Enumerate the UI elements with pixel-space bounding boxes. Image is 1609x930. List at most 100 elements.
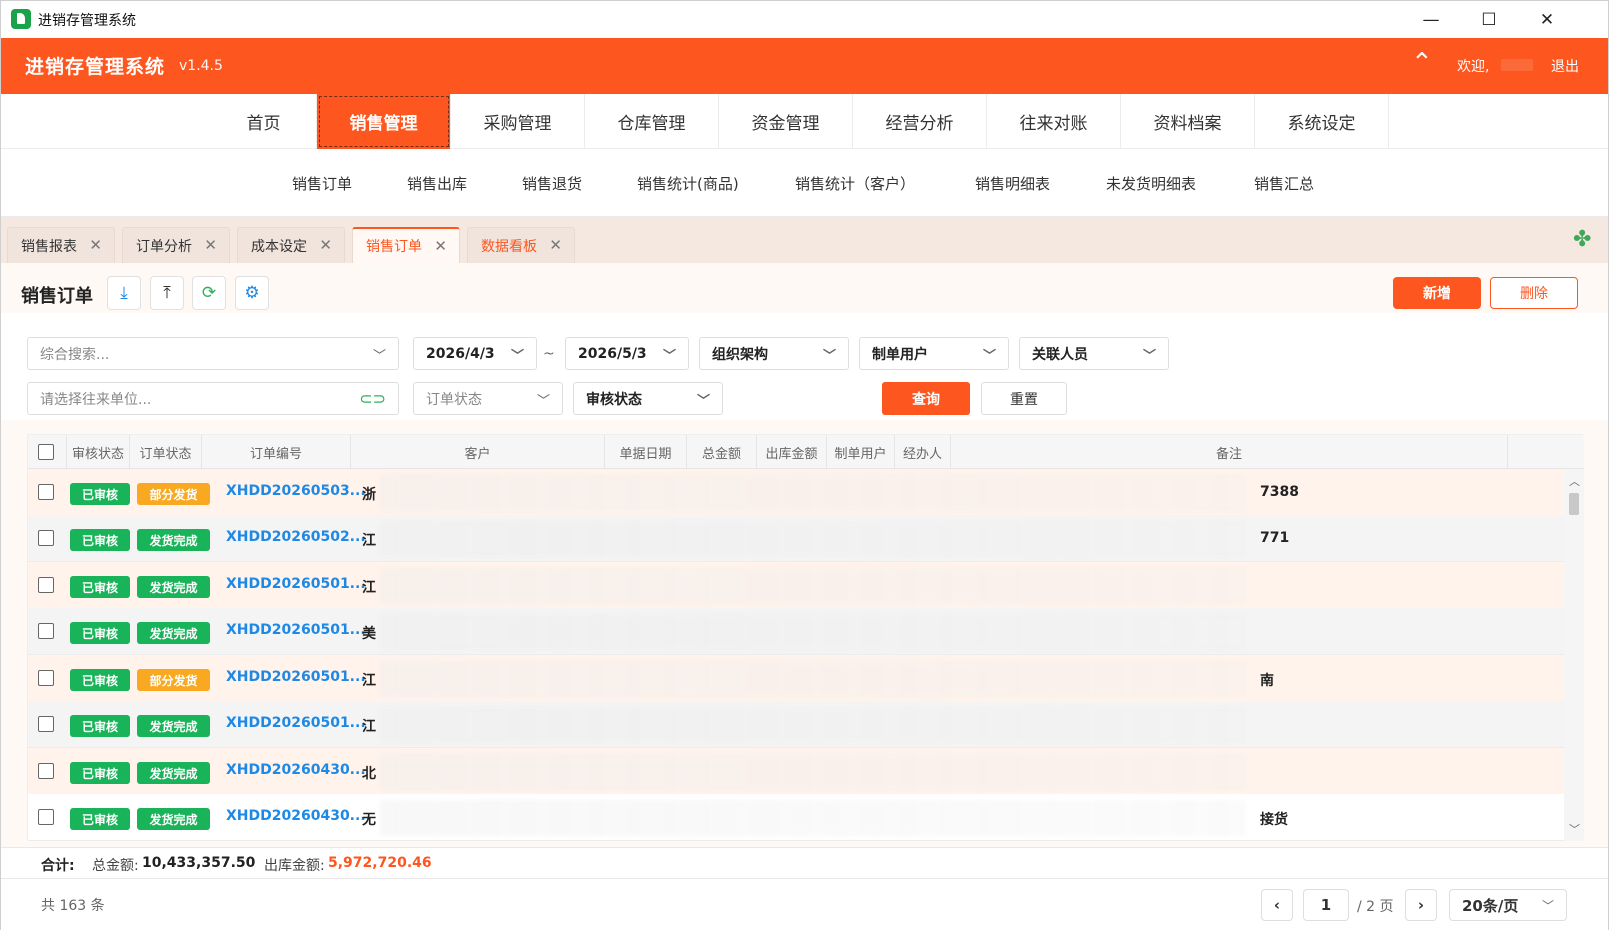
main-nav: 首页 销售管理 采购管理 仓库管理 资金管理 经营分析 往来对账 资料档案 系统… — [1, 94, 1608, 149]
order-number-link[interactable]: XHDD20260501... — [226, 715, 366, 731]
order-status-select[interactable]: 订单状态 ﹀ — [413, 382, 563, 415]
query-button[interactable]: 查询 — [882, 382, 970, 415]
logout-link[interactable]: 退出 — [1551, 56, 1579, 76]
subnav-sales-order[interactable]: 销售订单 — [292, 173, 352, 194]
order-number-link[interactable]: XHDD20260501... — [226, 576, 366, 592]
col-creator[interactable]: 制单用户 — [827, 435, 895, 469]
table-row[interactable]: 已审核 部分发货 XHDD20260501... 江 南 — [28, 655, 1564, 702]
maximize-button[interactable]: ☐ — [1461, 1, 1517, 38]
close-window-button[interactable]: ✕ — [1519, 1, 1575, 38]
table-row[interactable]: 已审核 部分发货 XHDD20260503... 浙 7388 — [28, 469, 1564, 516]
nav-purchase[interactable]: 采购管理 — [451, 94, 585, 149]
col-order-no[interactable]: 订单编号 — [202, 435, 351, 469]
settings-icon[interactable]: ⚙ — [235, 276, 269, 310]
refresh-icon[interactable]: ⟳ — [192, 276, 226, 310]
delete-button[interactable]: 删除 — [1490, 277, 1578, 309]
subnav-stats-product[interactable]: 销售统计(商品) — [637, 173, 739, 194]
close-icon[interactable]: ✕ — [549, 236, 562, 254]
col-order-status[interactable]: 订单状态 — [130, 435, 202, 469]
subnav-stats-customer[interactable]: 销售统计（客户） — [795, 173, 915, 194]
subnav-sales-detail[interactable]: 销售明细表 — [975, 173, 1050, 194]
row-checkbox[interactable] — [38, 763, 54, 779]
audit-badge: 已审核 — [70, 483, 130, 505]
download-icon[interactable]: ⤓ — [107, 276, 141, 310]
col-outbound-amount[interactable]: 出库金额 — [757, 435, 827, 469]
nav-home[interactable]: 首页 — [211, 94, 317, 149]
row-checkbox[interactable] — [38, 577, 54, 593]
app-logo-icon — [11, 9, 31, 29]
close-icon[interactable]: ✕ — [434, 237, 447, 255]
col-handler[interactable]: 经办人 — [895, 435, 951, 469]
nav-settings[interactable]: 系统设定 — [1255, 94, 1389, 149]
order-number-link[interactable]: XHDD20260430... — [226, 762, 366, 778]
remark-text: 771 — [1260, 530, 1290, 546]
org-select[interactable]: 组织架构 ﹀ — [699, 337, 849, 370]
row-checkbox[interactable] — [38, 716, 54, 732]
audit-status-select[interactable]: 审核状态 ﹀ — [573, 382, 723, 415]
nav-sales[interactable]: 销售管理 — [317, 94, 451, 149]
col-audit-status[interactable]: 审核状态 — [66, 435, 130, 469]
table-row[interactable]: 已审核 发货完成 XHDD20260502... 江 771 — [28, 515, 1564, 562]
date-to-field[interactable]: 2026/5/3 ﹀ — [565, 337, 689, 370]
close-icon[interactable]: ✕ — [319, 236, 332, 254]
page-size-select[interactable]: 20条/页 ﹀ — [1449, 889, 1567, 921]
row-checkbox[interactable] — [38, 623, 54, 639]
subnav-sales-summary[interactable]: 销售汇总 — [1254, 173, 1314, 194]
subnav-sales-return[interactable]: 销售退货 — [522, 173, 582, 194]
pinwheel-icon[interactable]: ✤ — [1573, 229, 1595, 251]
nav-reconciliation[interactable]: 往来对账 — [987, 94, 1121, 149]
prev-page-button[interactable]: ‹ — [1261, 889, 1293, 921]
tab-sales-order[interactable]: 销售订单 ✕ — [352, 227, 460, 263]
date-from-field[interactable]: 2026/4/3 ﹀ — [413, 337, 537, 370]
add-button[interactable]: 新增 — [1393, 277, 1481, 309]
related-select[interactable]: 关联人员 ﹀ — [1019, 337, 1169, 370]
row-checkbox[interactable] — [38, 670, 54, 686]
tab-sales-report[interactable]: 销售报表 ✕ — [7, 227, 115, 263]
order-number-link[interactable]: XHDD20260501... — [226, 669, 366, 685]
partner-input[interactable]: 请选择往来单位... ⊂⊃ — [27, 382, 399, 415]
order-number-link[interactable]: XHDD20260430... — [226, 808, 366, 824]
subnav-sales-outbound[interactable]: 销售出库 — [407, 173, 467, 194]
row-checkbox[interactable] — [38, 530, 54, 546]
table-row[interactable]: 已审核 发货完成 XHDD20260430... 北 — [28, 748, 1564, 795]
order-number-link[interactable]: XHDD20260501... — [226, 622, 366, 638]
upload-icon[interactable]: ⤒ — [150, 276, 184, 310]
tab-dashboard[interactable]: 数据看板 ✕ — [467, 227, 575, 263]
close-icon[interactable]: ✕ — [204, 236, 217, 254]
creator-select[interactable]: 制单用户 ﹀ — [859, 337, 1009, 370]
scroll-up-icon[interactable]: ︿ — [1569, 473, 1580, 489]
link-icon[interactable]: ⊂⊃ — [359, 389, 386, 408]
reset-button[interactable]: 重置 — [981, 382, 1067, 415]
next-page-button[interactable]: › — [1405, 889, 1437, 921]
table-row[interactable]: 已审核 发货完成 XHDD20260501... 美 — [28, 608, 1564, 655]
col-total[interactable]: 总金额 — [687, 435, 757, 469]
order-number-link[interactable]: XHDD20260503... — [226, 483, 366, 499]
app-window: 进销存管理系统 — ☐ ✕ 进销存管理系统 v1.4.5 ⌃ 欢迎, 退出 首页… — [0, 0, 1609, 930]
tab-order-analysis[interactable]: 订单分析 ✕ — [122, 227, 230, 263]
row-checkbox[interactable] — [38, 809, 54, 825]
close-icon[interactable]: ✕ — [89, 236, 102, 254]
page-number-input[interactable]: 1 — [1303, 889, 1349, 921]
table-row[interactable]: 已审核 发货完成 XHDD20260501... 江 — [28, 701, 1564, 748]
nav-archives[interactable]: 资料档案 — [1121, 94, 1255, 149]
order-status-badge: 发货完成 — [137, 622, 210, 644]
select-all-checkbox[interactable] — [38, 444, 54, 460]
order-number-link[interactable]: XHDD20260502... — [226, 529, 366, 545]
collapse-icon[interactable]: ⌃ — [1411, 50, 1433, 76]
scrollbar-thumb[interactable] — [1569, 493, 1579, 515]
col-date[interactable]: 单据日期 — [605, 435, 687, 469]
nav-warehouse[interactable]: 仓库管理 — [585, 94, 719, 149]
table-row[interactable]: 已审核 发货完成 XHDD20260501... 江 — [28, 562, 1564, 609]
vertical-scrollbar[interactable]: ︿ ﹀ — [1564, 469, 1584, 841]
nav-analysis[interactable]: 经营分析 — [853, 94, 987, 149]
scroll-down-icon[interactable]: ﹀ — [1569, 821, 1580, 837]
col-customer[interactable]: 客户 — [351, 435, 605, 469]
table-row[interactable]: 已审核 发货完成 XHDD20260430... 无 接货 — [28, 794, 1564, 841]
subnav-undelivered-detail[interactable]: 未发货明细表 — [1106, 173, 1196, 194]
nav-finance[interactable]: 资金管理 — [719, 94, 853, 149]
col-remark[interactable]: 备注 — [951, 435, 1508, 469]
tab-cost-settings[interactable]: 成本设定 ✕ — [237, 227, 345, 263]
minimize-button[interactable]: — — [1403, 1, 1459, 38]
row-checkbox[interactable] — [38, 484, 54, 500]
search-input[interactable]: 综合搜索... ﹀ — [27, 337, 399, 370]
